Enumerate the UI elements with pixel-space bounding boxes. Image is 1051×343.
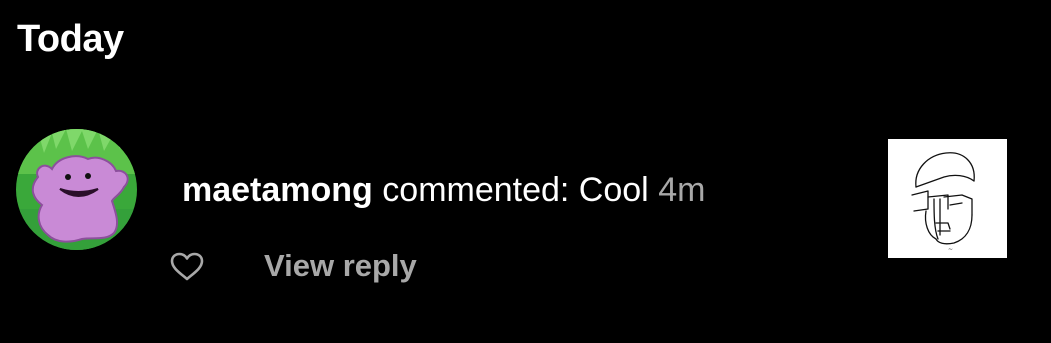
svg-text:~: ~: [948, 246, 953, 253]
notification-text[interactable]: maetamong commented: Cool 4m: [182, 168, 705, 212]
ditto-avatar-icon: [16, 129, 137, 250]
post-thumbnail[interactable]: ~: [888, 139, 1007, 258]
comment-text: commented: Cool: [382, 171, 649, 209]
username[interactable]: maetamong: [182, 171, 373, 209]
timestamp: 4m: [658, 171, 706, 209]
notifications-screen: Today maetamong commented: Cool 4m View …: [0, 0, 1051, 343]
avatar[interactable]: [16, 129, 137, 250]
view-reply-button[interactable]: View reply: [264, 246, 417, 286]
face-sketch-thumbnail: ~: [888, 139, 1007, 258]
heart-icon[interactable]: [170, 252, 204, 282]
section-title-today: Today: [17, 18, 124, 60]
